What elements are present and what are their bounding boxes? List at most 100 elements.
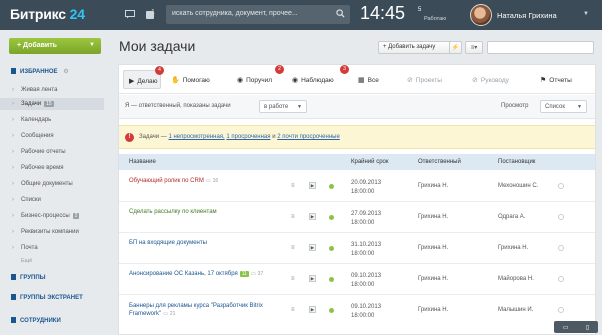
sidebar-item-mail[interactable]: › Почта — [11, 242, 103, 254]
responsible[interactable]: Грихина Н. — [418, 183, 448, 189]
search-icon[interactable] — [336, 9, 345, 18]
table-row[interactable]: Обучающий ролик по CRM ▭ 16 ≡ ▶ 20.09.2013… — [119, 172, 595, 202]
table-row[interactable]: Сделать рассылку по клиентам ≡ ▶ 27.09.2… — [119, 203, 595, 233]
creator[interactable]: Одрага А. — [498, 214, 525, 220]
tab-assigned[interactable]: ◉ Поручил 2 — [237, 65, 284, 89]
responsible[interactable]: Грихина Н. — [418, 214, 448, 220]
unviewed-link[interactable]: 1 непросмотренная, — [168, 134, 224, 140]
overdue-link[interactable]: 1 просроченная — [226, 134, 270, 140]
task-search-input[interactable] — [487, 41, 594, 54]
task-title-link[interactable]: Анонсирование ОС Казань, 17 октября 11 ▭ 37 — [129, 271, 263, 277]
sidebar-item-live-feed[interactable]: › Живая лента — [11, 84, 103, 96]
menu-icon[interactable]: ≡▾ — [465, 41, 483, 54]
creator[interactable]: Майорова Н. — [498, 276, 534, 282]
row-menu-icon[interactable]: ≡ — [291, 276, 295, 282]
chat-icon[interactable]: ▭ — [563, 324, 569, 331]
grid-icon: ▦ — [358, 77, 365, 84]
column-header-deadline[interactable]: Крайний срок — [351, 159, 389, 165]
tab-projects[interactable]: ⊘ Проекты — [407, 70, 455, 89]
start-icon[interactable]: ▶ — [309, 213, 316, 220]
sidebar-section-employees[interactable]: СОТРУДНИКИ — [11, 317, 61, 324]
table-row[interactable]: Анонсирование ОС Казань, 17 октября 11 ▭ 37… — [119, 265, 595, 295]
counter-badge: 2 — [72, 213, 80, 219]
user-name[interactable]: Наталья Грихина — [497, 11, 557, 20]
sidebar-section-favorites[interactable]: ИЗБРАННОЕ ⚙ — [11, 68, 69, 75]
row-menu-icon[interactable]: ≡ — [291, 245, 295, 251]
sidebar-section-groups[interactable]: ГРУППЫ — [11, 274, 46, 281]
start-icon[interactable]: ▶ — [309, 244, 316, 251]
sidebar-item-label: Списки — [21, 197, 41, 203]
task-title-link[interactable]: Сделать рассылку по клиентам — [129, 209, 217, 215]
almost-overdue-link[interactable]: 2 почти просроченные — [277, 134, 340, 140]
logo[interactable]: Битрикс 24 — [10, 6, 85, 22]
add-button[interactable]: + Добавить ▼ — [9, 38, 101, 54]
view-select[interactable]: Список ▼ — [540, 100, 587, 113]
avatar[interactable] — [470, 4, 492, 26]
new-comments-badge: 11 — [239, 271, 249, 277]
row-menu-icon[interactable]: ≡ — [291, 214, 295, 220]
table-row[interactable]: Баннеры для рекламы курса "Разработчик B… — [119, 296, 595, 334]
status-select[interactable]: в работе ▼ — [259, 100, 307, 113]
complete-toggle[interactable] — [558, 183, 564, 189]
add-task-button[interactable]: + Добавить задачу — [378, 41, 454, 54]
row-menu-icon[interactable]: ≡ — [291, 183, 295, 189]
settings-icon[interactable]: ⚙ — [63, 69, 68, 75]
responsible[interactable]: Грихина Н. — [418, 276, 448, 282]
bullet-icon: › — [12, 213, 14, 219]
clock[interactable]: 14:45 — [360, 3, 405, 24]
tab-counter: 2 — [275, 65, 284, 74]
sidebar-section-extranet[interactable]: ГРУППЫ ЭКСТРАНЕТ — [11, 294, 83, 301]
filter-description: Я — ответственный, показаны задачи — [125, 103, 231, 109]
status-dot-icon — [329, 277, 334, 282]
worktime-status[interactable]: Работаю — [424, 16, 446, 22]
start-icon[interactable]: ▶ — [309, 182, 316, 189]
sidebar-item-calendar[interactable]: › Календарь — [11, 114, 103, 126]
sidebar-more-link[interactable]: Ещё — [21, 258, 32, 264]
complete-toggle[interactable] — [558, 276, 564, 282]
column-header-responsible[interactable]: Ответственный — [418, 159, 461, 165]
creator[interactable]: Мехоношин С. — [498, 183, 538, 189]
sidebar-item-label: Задачи — [21, 101, 42, 107]
responsible[interactable]: Грихина Н. — [418, 245, 448, 251]
messenger-icon[interactable] — [124, 9, 136, 20]
deadline-time: 18:00:00 — [351, 313, 375, 319]
creator[interactable]: Грихина Н. — [498, 245, 528, 251]
column-header-creator[interactable]: Постановщик — [498, 159, 535, 165]
task-title: Обучающий ролик по CRM — [129, 178, 204, 184]
tab-helping[interactable]: ✋ Помогаю — [171, 70, 221, 89]
task-title-link[interactable]: Обучающий ролик по CRM ▭ 16 — [129, 178, 218, 184]
deadline-time: 18:00:00 — [351, 220, 375, 226]
tab-label: Делаю — [137, 78, 158, 85]
sidebar-item-messages[interactable]: › Сообщения — [11, 130, 103, 142]
complete-toggle[interactable] — [558, 214, 564, 220]
sidebar-item-business-processes[interactable]: › Бизнес-процессы 2 — [11, 210, 103, 222]
responsible[interactable]: Грихина Н. — [418, 307, 448, 313]
tab-all[interactable]: ▦ Все — [358, 70, 388, 89]
creator[interactable]: Малышин И. — [498, 307, 533, 313]
sidebar-item-lists[interactable]: › Списки — [11, 194, 103, 206]
column-header-name[interactable]: Название — [129, 159, 156, 165]
sidebar-item-tasks[interactable]: › Задачи 15 — [0, 98, 104, 110]
complete-toggle[interactable] — [558, 307, 564, 313]
row-menu-icon[interactable]: ≡ — [291, 307, 295, 313]
complete-toggle[interactable] — [558, 245, 564, 251]
sidebar-item-work-reports[interactable]: › Рабочие отчеты — [11, 146, 103, 158]
task-title-link[interactable]: БП на входящие документы — [129, 240, 207, 246]
search-input[interactable]: искать сотрудника, документ, прочее... — [166, 5, 350, 24]
chevron-down-icon[interactable]: ▼ — [583, 11, 589, 17]
tab-reports[interactable]: ⚑ Отчеты — [540, 70, 584, 89]
task-tabs: ▶ Делаю 4 ✋ Помогаю ◉ Поручил 2 ◉ Наблюдаю 3 ▦ В… — [119, 65, 595, 94]
tab-manager[interactable]: ⊘ Руководу — [472, 70, 528, 89]
table-row[interactable]: БП на входящие документы ≡ ▶ 31.10.2013 1… — [119, 234, 595, 264]
sidebar-item-work-time[interactable]: › Рабочее время — [11, 162, 103, 174]
phone-icon[interactable]: ▯ — [586, 324, 589, 331]
start-icon[interactable]: ▶ — [309, 306, 316, 313]
tab-watching[interactable]: ◉ Наблюдаю 3 — [292, 65, 349, 89]
task-title-link[interactable]: Баннеры для рекламы курса "Разработчик B… — [129, 302, 279, 318]
lightning-icon[interactable]: ⚡ — [449, 41, 462, 54]
tab-doing[interactable]: ▶ Делаю 4 — [123, 66, 164, 89]
start-icon[interactable]: ▶ — [309, 275, 316, 282]
sidebar-item-company-details[interactable]: › Реквизиты компании — [11, 226, 103, 238]
sidebar-item-documents[interactable]: › Общие документы — [11, 178, 103, 190]
tab-counter: 4 — [155, 66, 164, 75]
